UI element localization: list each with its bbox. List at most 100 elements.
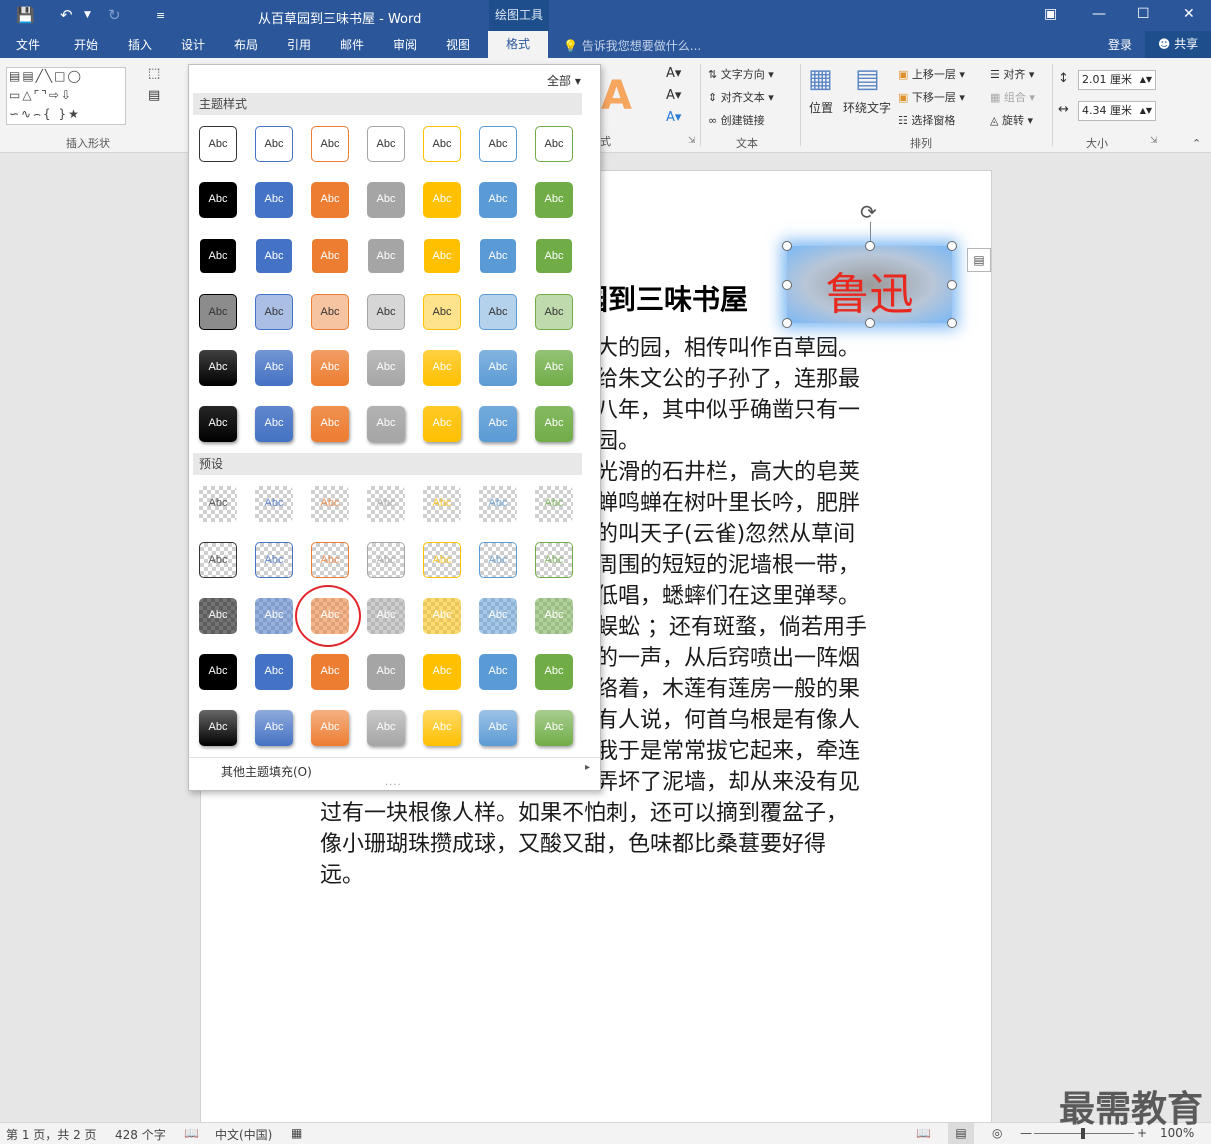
preset-style-swatch[interactable]: Abc	[199, 542, 237, 578]
resize-handle[interactable]	[782, 318, 792, 328]
preset-style-swatch[interactable]: Abc	[479, 710, 517, 746]
web-layout-icon[interactable]: ◎	[992, 1126, 1002, 1140]
shape-height-input[interactable]: 2.01 厘米 ▲▼	[1078, 70, 1156, 90]
preset-style-swatch[interactable]: Abc	[199, 486, 237, 522]
group-button[interactable]: ▦ 组合 ▾	[990, 89, 1035, 105]
rotate-handle-icon[interactable]: ⟳	[860, 200, 877, 224]
theme-style-swatch[interactable]: Abc	[367, 182, 405, 218]
dialog-launcher-icon[interactable]: ⇲	[1150, 136, 1158, 146]
theme-style-swatch[interactable]: Abc	[255, 238, 293, 274]
resize-handle[interactable]	[865, 241, 875, 251]
dialog-launcher-icon[interactable]: ⇲	[688, 136, 696, 146]
preset-style-swatch[interactable]: Abc	[535, 710, 573, 746]
login-button[interactable]: 登录	[1108, 36, 1132, 53]
tab-file[interactable]: 文件	[16, 36, 40, 53]
zoom-out-icon[interactable]: —	[1020, 1126, 1032, 1140]
theme-style-swatch[interactable]: Abc	[199, 238, 237, 274]
height-spinner-icon[interactable]: ▲▼	[1140, 71, 1152, 89]
preset-style-swatch[interactable]: Abc	[367, 486, 405, 522]
wordart-textbox[interactable]: 鲁迅	[787, 246, 952, 323]
wrap-text-button[interactable]: 环绕文字	[843, 99, 891, 116]
resize-handle[interactable]	[782, 280, 792, 290]
tab-layout[interactable]: 布局	[234, 36, 258, 53]
theme-style-swatch[interactable]: Abc	[199, 126, 237, 162]
layout-options-icon[interactable]: ▤	[967, 248, 991, 272]
preset-style-swatch[interactable]: Abc	[367, 654, 405, 690]
resize-handle[interactable]	[782, 241, 792, 251]
shapes-gallery[interactable]: ▤▤╱╲□◯ ▭△⌜⌝⇨⇩ ∽∿⌢{ }★	[6, 67, 126, 125]
tab-insert[interactable]: 插入	[128, 36, 152, 53]
language-indicator[interactable]: 中文(中国)	[215, 1126, 272, 1143]
theme-style-swatch[interactable]: Abc	[535, 182, 573, 218]
theme-style-swatch[interactable]: Abc	[199, 182, 237, 218]
width-spinner-icon[interactable]: ▲▼	[1140, 102, 1152, 120]
tab-home[interactable]: 开始	[74, 36, 98, 53]
text-effects-icon[interactable]: A▾	[666, 110, 681, 125]
preset-style-swatch[interactable]: Abc	[367, 710, 405, 746]
theme-style-swatch[interactable]: Abc	[367, 294, 405, 330]
wordart-style-icon[interactable]: A	[601, 76, 632, 116]
theme-style-swatch[interactable]: Abc	[311, 350, 349, 386]
theme-style-swatch[interactable]: Abc	[423, 126, 461, 162]
theme-style-swatch[interactable]: Abc	[535, 350, 573, 386]
theme-style-swatch[interactable]: Abc	[535, 406, 573, 442]
preset-style-swatch[interactable]: Abc	[479, 542, 517, 578]
theme-style-swatch[interactable]: Abc	[367, 126, 405, 162]
theme-style-swatch[interactable]: Abc	[423, 238, 461, 274]
position-button[interactable]: 位置	[809, 99, 833, 116]
text-outline-icon[interactable]: A▾	[666, 88, 681, 103]
tab-design[interactable]: 设计	[181, 36, 205, 53]
preset-style-swatch[interactable]: Abc	[367, 542, 405, 578]
theme-style-swatch[interactable]: Abc	[535, 294, 573, 330]
ribbon-display-icon[interactable]: ▣	[1044, 6, 1057, 22]
theme-style-swatch[interactable]: Abc	[535, 238, 573, 274]
text-fill-icon[interactable]: A▾	[666, 66, 681, 81]
preset-style-swatch[interactable]: Abc	[535, 542, 573, 578]
preset-style-swatch[interactable]: Abc	[311, 710, 349, 746]
shape-width-input[interactable]: 4.34 厘米 ▲▼	[1078, 101, 1156, 121]
theme-style-swatch[interactable]: Abc	[311, 182, 349, 218]
minimize-icon[interactable]: —	[1092, 6, 1106, 22]
preset-style-swatch[interactable]: Abc	[311, 654, 349, 690]
preset-style-swatch[interactable]: Abc	[255, 542, 293, 578]
selection-pane-button[interactable]: ☷ 选择窗格	[898, 112, 955, 128]
theme-style-swatch[interactable]: Abc	[535, 126, 573, 162]
theme-style-swatch[interactable]: Abc	[255, 182, 293, 218]
gallery-filter-dropdown[interactable]: 全部 ▾	[547, 72, 581, 89]
theme-style-swatch[interactable]: Abc	[255, 294, 293, 330]
rotate-button[interactable]: ◬ 旋转 ▾	[990, 112, 1033, 128]
tab-view[interactable]: 视图	[446, 36, 470, 53]
preset-style-swatch[interactable]: Abc	[423, 710, 461, 746]
undo-icon[interactable]: ↶	[60, 6, 73, 24]
close-icon[interactable]: ✕	[1183, 6, 1195, 22]
theme-style-swatch[interactable]: Abc	[367, 406, 405, 442]
theme-style-swatch[interactable]: Abc	[199, 406, 237, 442]
tab-review[interactable]: 审阅	[393, 36, 417, 53]
maximize-icon[interactable]: ☐	[1137, 6, 1150, 22]
bring-forward-button[interactable]: ▣ 上移一层 ▾	[898, 66, 965, 82]
send-backward-button[interactable]: ▣ 下移一层 ▾	[898, 89, 965, 105]
macro-icon[interactable]: ▦	[291, 1126, 302, 1140]
align-text-button[interactable]: ⇕ 对齐文本 ▾	[708, 89, 774, 105]
preset-style-swatch[interactable]: Abc	[535, 654, 573, 690]
theme-style-swatch[interactable]: Abc	[423, 294, 461, 330]
theme-style-swatch[interactable]: Abc	[311, 294, 349, 330]
preset-style-swatch[interactable]: Abc	[199, 710, 237, 746]
resize-handle[interactable]	[865, 318, 875, 328]
preset-style-swatch[interactable]: Abc	[535, 598, 573, 634]
theme-style-swatch[interactable]: Abc	[479, 126, 517, 162]
theme-style-swatch[interactable]: Abc	[479, 406, 517, 442]
theme-style-swatch[interactable]: Abc	[199, 350, 237, 386]
word-count[interactable]: 428 个字	[115, 1126, 166, 1143]
preset-style-swatch[interactable]: Abc	[535, 486, 573, 522]
preset-style-swatch[interactable]: Abc	[367, 598, 405, 634]
preset-style-swatch[interactable]: Abc	[479, 654, 517, 690]
preset-style-swatch[interactable]: Abc	[423, 542, 461, 578]
draw-textbox-icon[interactable]: ▤	[148, 88, 160, 103]
preset-style-swatch[interactable]: Abc	[479, 598, 517, 634]
text-direction-button[interactable]: ⇅ 文字方向 ▾	[708, 66, 774, 82]
theme-style-swatch[interactable]: Abc	[255, 350, 293, 386]
redo-icon[interactable]: ↻	[108, 6, 121, 24]
preset-style-swatch[interactable]: Abc	[199, 654, 237, 690]
theme-style-swatch[interactable]: Abc	[311, 406, 349, 442]
